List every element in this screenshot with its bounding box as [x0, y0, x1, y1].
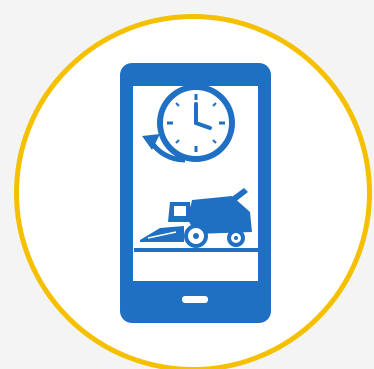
clock-icon [157, 84, 235, 162]
smartphone-icon [120, 63, 271, 323]
illustration [120, 63, 271, 323]
app-icon-stage [0, 0, 374, 369]
